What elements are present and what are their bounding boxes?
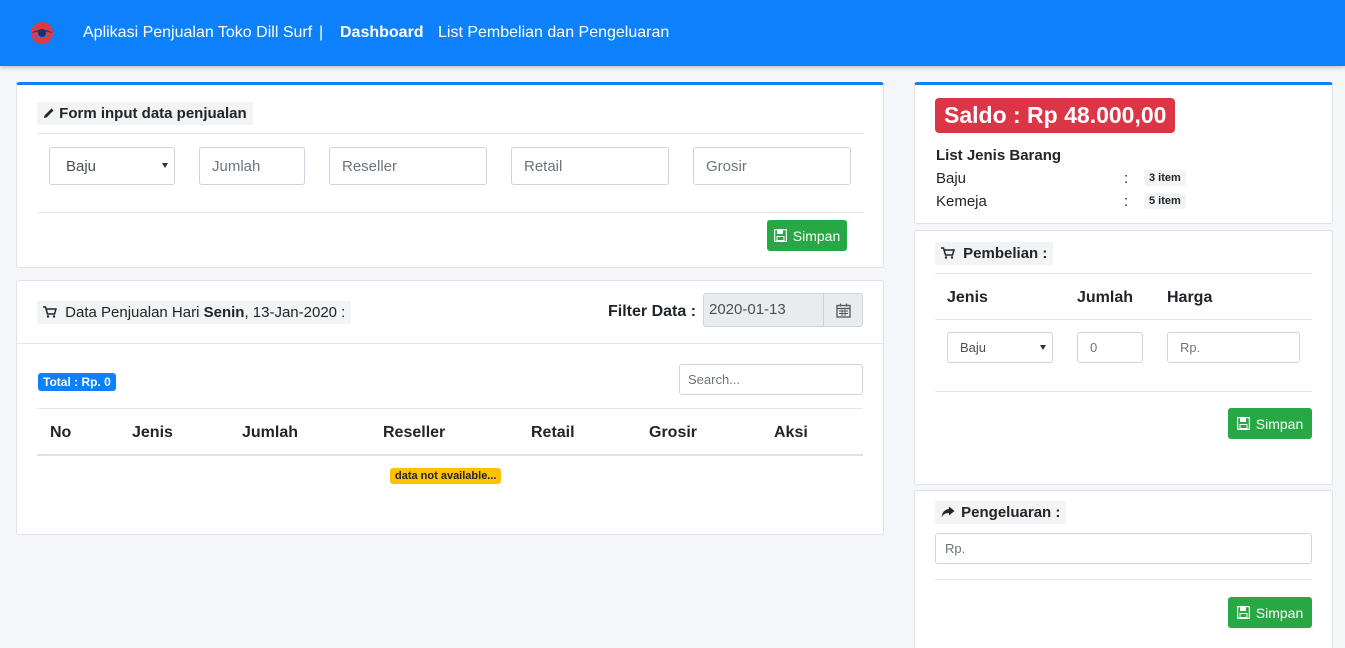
pengeluaran-title: Pengeluaran : bbox=[961, 504, 1061, 521]
divider bbox=[935, 579, 1312, 580]
col-header-grosir: Grosir bbox=[649, 424, 698, 441]
simpan-penjualan-button[interactable]: Simpan bbox=[767, 220, 847, 251]
calendar-icon bbox=[835, 303, 851, 318]
col-header-jumlah: Jumlah bbox=[242, 424, 299, 441]
item-name: Baju bbox=[936, 170, 967, 187]
form-input-card: Form input data penjualan Baju Jumlah Re… bbox=[16, 82, 884, 268]
pembelian-jumlah-placeholder: 0 bbox=[1090, 340, 1098, 355]
simpan-pembelian-button[interactable]: Simpan bbox=[1228, 408, 1312, 439]
filter-date-value: 2020-01-13 bbox=[709, 301, 786, 318]
save-icon bbox=[773, 229, 787, 242]
cart-icon bbox=[941, 247, 956, 259]
grosir-placeholder: Grosir bbox=[706, 157, 747, 175]
col-header-jenis: Jenis bbox=[947, 289, 988, 306]
table-header-divider bbox=[37, 454, 863, 456]
col-header-harga: Harga bbox=[1167, 289, 1213, 306]
data-penjualan-card: Data Penjualan Hari Senin, 13-Jan-2020 :… bbox=[16, 280, 884, 535]
pembelian-harga-input[interactable]: Rp. bbox=[1167, 332, 1300, 363]
nav-separator: | bbox=[319, 24, 324, 41]
nav-dashboard-link[interactable]: Dashboard bbox=[340, 24, 424, 42]
calendar-button[interactable] bbox=[823, 294, 862, 326]
search-placeholder: Search... bbox=[688, 372, 741, 387]
form-card-title: Form input data penjualan bbox=[59, 105, 247, 122]
col-header-retail: Retail bbox=[531, 424, 575, 441]
pembelian-jumlah-input[interactable]: 0 bbox=[1077, 332, 1143, 363]
item-colon: : bbox=[1124, 170, 1129, 187]
chevron-down-icon bbox=[162, 163, 168, 168]
divider bbox=[37, 408, 863, 409]
chevron-down-icon bbox=[1040, 344, 1046, 350]
item-colon: : bbox=[1124, 193, 1129, 210]
jenis-select[interactable]: Baju bbox=[49, 147, 175, 185]
retail-input[interactable]: Retail bbox=[511, 147, 669, 185]
pembelian-jenis-value: Baju bbox=[960, 340, 987, 355]
saldo-card: Saldo : Rp 48.000,00 List Jenis Barang B… bbox=[914, 82, 1333, 224]
simpan-label: Simpan bbox=[792, 227, 841, 244]
simpan-pengeluaran-button[interactable]: Simpan bbox=[1228, 597, 1312, 628]
divider bbox=[37, 133, 864, 134]
sales-card-header: Data Penjualan Hari Senin, 13-Jan-2020 : bbox=[37, 301, 352, 324]
navbar: Aplikasi Penjualan Toko Dill Surf | Dash… bbox=[0, 0, 1345, 66]
sales-title-prefix: Data Penjualan Hari bbox=[65, 304, 200, 321]
simpan-label: Simpan bbox=[1255, 415, 1304, 432]
share-arrow-icon bbox=[941, 506, 955, 518]
reseller-input[interactable]: Reseller bbox=[329, 147, 487, 185]
jenis-select-value: Baju bbox=[66, 157, 97, 175]
pembelian-jenis-select[interactable]: Baju bbox=[947, 332, 1053, 363]
simpan-label: Simpan bbox=[1255, 604, 1304, 621]
save-icon bbox=[1236, 417, 1250, 430]
pengeluaran-amount-placeholder: Rp. bbox=[945, 541, 966, 556]
filter-data-label: Filter Data : bbox=[608, 303, 697, 320]
cart-icon bbox=[43, 306, 58, 318]
col-header-reseller: Reseller bbox=[383, 424, 446, 441]
divider bbox=[935, 319, 1312, 320]
list-jenis-title: List Jenis Barang bbox=[936, 147, 1062, 164]
pengeluaran-header: Pengeluaran : bbox=[935, 501, 1067, 524]
item-count-badge: 3 item bbox=[1144, 170, 1186, 186]
pembelian-harga-placeholder: Rp. bbox=[1180, 340, 1201, 355]
item-name: Kemeja bbox=[936, 193, 987, 210]
col-header-jumlah: Jumlah bbox=[1077, 289, 1134, 306]
divider bbox=[935, 273, 1312, 274]
empty-data-badge: data not available... bbox=[390, 468, 502, 484]
jumlah-placeholder: Jumlah bbox=[212, 157, 261, 175]
col-header-jenis: Jenis bbox=[132, 424, 173, 441]
col-header-no: No bbox=[50, 424, 72, 441]
divider bbox=[935, 391, 1312, 392]
app-logo-icon[interactable] bbox=[29, 20, 55, 46]
pembelian-header: Pembelian : bbox=[935, 242, 1054, 265]
pencil-icon bbox=[44, 108, 54, 118]
form-card-header: Form input data penjualan bbox=[37, 102, 253, 125]
saldo-badge: Saldo : Rp 48.000,00 bbox=[935, 98, 1176, 133]
saldo-value: Saldo : Rp 48.000,00 bbox=[944, 102, 1167, 128]
nav-list-pembelian-link[interactable]: List Pembelian dan Pengeluaran bbox=[438, 24, 669, 42]
retail-placeholder: Retail bbox=[524, 157, 563, 175]
pembelian-card: Pembelian : Jenis Jumlah Harga Baju 0 Rp… bbox=[914, 230, 1333, 485]
sales-title-day: Senin bbox=[203, 304, 245, 321]
grosir-input[interactable]: Grosir bbox=[693, 147, 851, 185]
item-count-badge: 5 item bbox=[1144, 193, 1186, 209]
save-icon bbox=[1236, 606, 1250, 619]
total-badge: Total : Rp. 0 bbox=[38, 373, 116, 391]
filter-date-input[interactable]: 2020-01-13 bbox=[703, 293, 863, 327]
pengeluaran-card: Pengeluaran : Rp. Simpan bbox=[914, 490, 1333, 648]
divider bbox=[17, 343, 883, 344]
search-input[interactable]: Search... bbox=[679, 364, 863, 395]
divider bbox=[37, 212, 864, 213]
pembelian-title: Pembelian : bbox=[963, 245, 1048, 262]
app-title[interactable]: Aplikasi Penjualan Toko Dill Surf bbox=[83, 24, 312, 42]
jumlah-input[interactable]: Jumlah bbox=[199, 147, 305, 185]
sales-title-date: , 13-Jan-2020 : bbox=[244, 304, 346, 321]
reseller-placeholder: Reseller bbox=[342, 157, 398, 175]
pengeluaran-amount-input[interactable]: Rp. bbox=[935, 533, 1312, 564]
col-header-aksi: Aksi bbox=[774, 424, 808, 441]
